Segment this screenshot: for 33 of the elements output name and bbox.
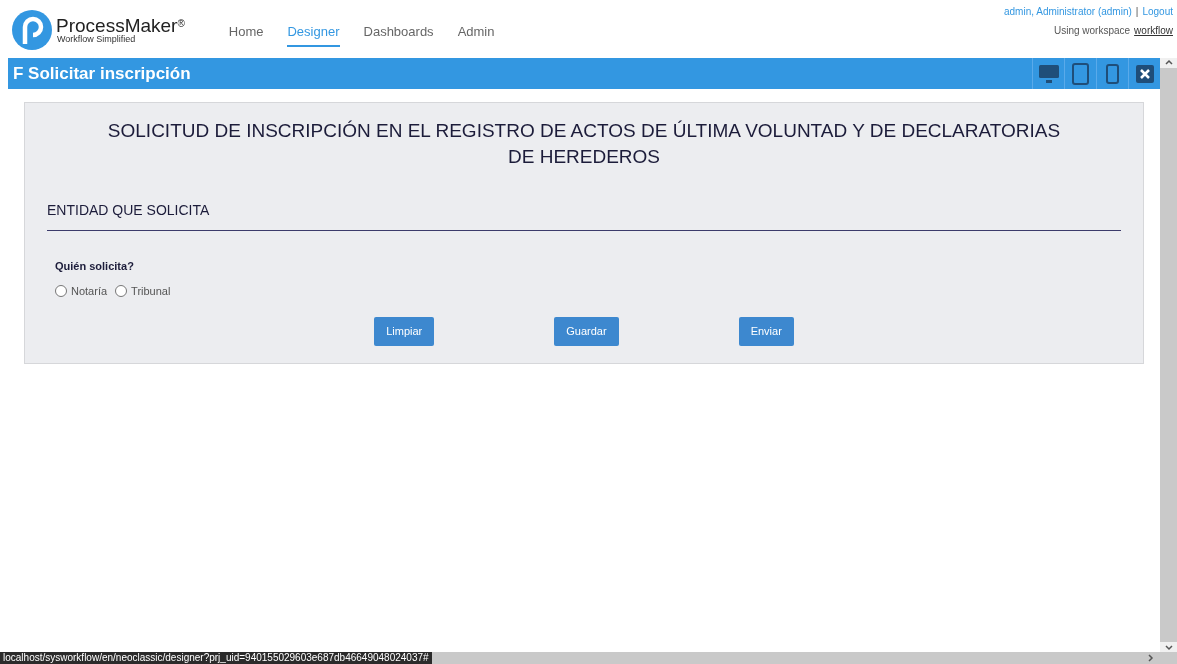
horizontal-scrollbar[interactable] bbox=[431, 652, 1177, 664]
logo-tagline: Workflow Simplified bbox=[56, 35, 137, 44]
form-button[interactable]: Limpiar bbox=[374, 317, 435, 346]
form-button[interactable]: Guardar bbox=[554, 317, 619, 346]
radio-button[interactable] bbox=[55, 284, 67, 297]
nav-tab[interactable]: Dashboards bbox=[363, 22, 434, 47]
radio-label[interactable]: Tribunal bbox=[131, 282, 171, 299]
scroll-right-icon[interactable] bbox=[1147, 652, 1155, 664]
logo-icon bbox=[12, 10, 52, 50]
section-title: ENTIDAD QUE SOLICITA bbox=[47, 200, 1121, 231]
radio-label[interactable]: Notaría bbox=[71, 282, 108, 299]
form-button[interactable]: Enviar bbox=[738, 317, 794, 346]
separator: | bbox=[1135, 5, 1139, 19]
nav-tab[interactable]: Admin bbox=[457, 22, 495, 47]
vertical-scrollbar[interactable] bbox=[1160, 58, 1177, 652]
radio-button[interactable] bbox=[115, 284, 128, 297]
user-name[interactable]: admin, Administrator (admin) bbox=[1003, 4, 1132, 19]
logo-name: ProcessMaker$^{®}$ bbox=[56, 16, 185, 35]
phone-icon[interactable] bbox=[1106, 63, 1119, 84]
workspace-link[interactable]: workflow bbox=[1134, 23, 1173, 38]
close-icon[interactable] bbox=[1135, 64, 1154, 83]
nav-tab[interactable]: Home bbox=[228, 22, 264, 47]
logout-link[interactable]: Logout bbox=[1142, 4, 1173, 19]
scroll-up-icon[interactable] bbox=[1160, 58, 1177, 68]
form-heading: SOLICITUD DE INSCRIPCIÓN EN EL REGISTRO DE ACTOS DE ÚLTIMA VOLUNTAD Y DE DECLARATORIAS DE HEREDEROS bbox=[106, 119, 1062, 169]
question-label: Quién solicita? bbox=[55, 259, 135, 274]
desktop-icon[interactable] bbox=[1037, 63, 1060, 84]
tablet-icon[interactable] bbox=[1072, 62, 1089, 85]
form-title: F Solicitar inscripción bbox=[13, 62, 191, 85]
workspace-label: Using workspace bbox=[1053, 24, 1131, 38]
status-url: localhost/sysworkflow/en/neoclassic/designer?prj_uid=940155029603e687db46649048024037# bbox=[0, 652, 432, 664]
nav-tab[interactable]: Designer bbox=[287, 22, 340, 47]
scroll-down-icon[interactable] bbox=[1160, 642, 1177, 652]
